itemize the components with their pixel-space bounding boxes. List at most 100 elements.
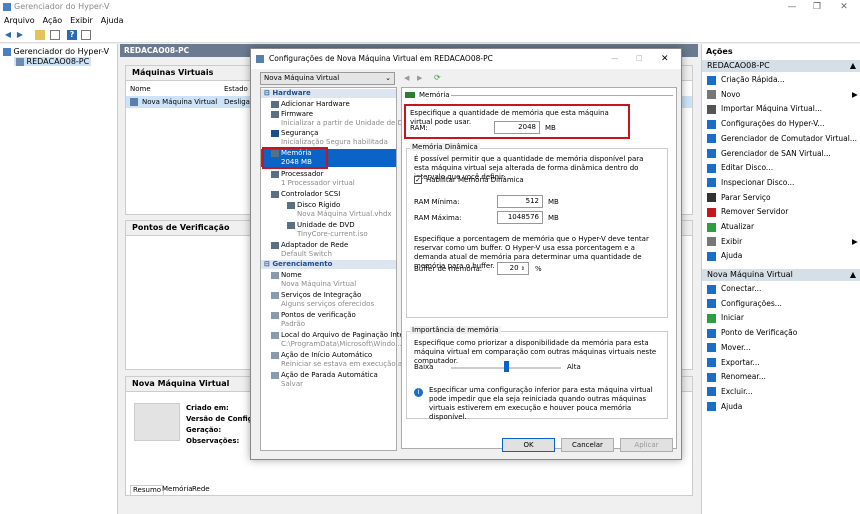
action-label: Conectar... xyxy=(721,284,762,293)
action-importar-maquina-virtual[interactable]: Importar Máquina Virtual... xyxy=(707,104,822,114)
menu-arquivo[interactable]: Arquivo xyxy=(0,14,39,27)
hw-item-adaptador-de-rede[interactable]: Adaptador de Rede Default Switch xyxy=(261,241,396,259)
tree-server[interactable]: REDACAO08-PC xyxy=(14,57,92,66)
prev-icon[interactable]: ◀ xyxy=(404,74,409,82)
vm-action-excluir[interactable]: Excluir... xyxy=(707,387,753,397)
action-gerenciador-de-san-virtual[interactable]: Gerenciador de SAN Virtual... xyxy=(707,149,831,159)
mgmt-item-acao-de-parada-automatica[interactable]: Ação de Parada Automática Salvar xyxy=(261,371,396,389)
dialog-title: Configurações de Nova Máquina Virtual em… xyxy=(269,54,493,63)
item-sublabel: Alguns serviços oferecidos xyxy=(281,300,375,308)
tab-rede[interactable]: Rede xyxy=(192,485,210,494)
management-icon xyxy=(271,332,279,339)
hw-item-processador[interactable]: Processador 1 Processador virtual xyxy=(261,170,396,188)
dialog-close-icon[interactable]: ✕ xyxy=(661,49,669,69)
management-icon xyxy=(271,372,279,379)
menu-exibir[interactable]: Exibir xyxy=(66,14,97,27)
action-label: Ponto de Verificação xyxy=(721,328,798,338)
weight-slider-thumb[interactable] xyxy=(504,361,509,372)
ram-max-input[interactable]: 1048576 xyxy=(497,211,543,224)
action-criacao-rapida[interactable]: Criação Rápida... xyxy=(707,75,785,85)
action-icon xyxy=(707,163,716,173)
action-editar-disco[interactable]: Editar Disco... xyxy=(707,163,773,173)
management-icon xyxy=(271,292,279,299)
actions-section-vm[interactable]: Nova Máquina Virtual ▲ xyxy=(702,269,860,281)
apply-button[interactable]: Aplicar xyxy=(620,438,673,452)
menu-acao[interactable]: Ação xyxy=(39,14,67,27)
action-atualizar[interactable]: Atualizar xyxy=(707,222,754,232)
action-ajuda[interactable]: Ajuda xyxy=(707,251,742,261)
ram-min-input[interactable]: 512 xyxy=(497,195,543,208)
col-name-header[interactable]: Nome xyxy=(130,85,151,94)
tab-resumo[interactable]: Resumo xyxy=(130,485,165,496)
navigation-tree: Gerenciador do Hyper-V REDACAO08-PC xyxy=(0,44,118,514)
buffer-input[interactable]: 20 ⇕ xyxy=(497,262,529,275)
hw-item-unidade-de-dvd[interactable]: Unidade de DVD TinyCore-current.iso xyxy=(261,221,396,239)
dynamic-memory-checkbox[interactable]: ✓ xyxy=(414,176,422,184)
toolbar: ◀ ▶ ? xyxy=(0,27,860,43)
vm-selector[interactable]: Nova Máquina Virtual ⌄ xyxy=(260,72,395,85)
vm-action-iniciar[interactable]: Iniciar xyxy=(707,313,744,323)
ok-button[interactable]: OK xyxy=(502,438,555,452)
actions-section-server[interactable]: REDACAO08-PC ▲ xyxy=(702,60,860,72)
dialog-maximize-icon[interactable]: ☐ xyxy=(636,49,643,69)
vm-action-ajuda[interactable]: Ajuda xyxy=(707,402,742,412)
col-state-header[interactable]: Estado xyxy=(224,85,248,94)
mgmt-item-nome[interactable]: Nome Nova Máquina Virtual xyxy=(261,271,396,289)
next-icon[interactable]: ▶ xyxy=(417,74,422,82)
vm-action-renomear[interactable]: Renomear... xyxy=(707,372,766,382)
management-icon xyxy=(271,352,279,359)
hw-item-disco-rigido[interactable]: Disco Rígido Nova Máquina Virtual.vhdx xyxy=(261,201,396,219)
folder-up-icon[interactable] xyxy=(35,30,45,40)
hardware-icon xyxy=(271,171,279,178)
mgmt-item-acao-de-inicio-automatico[interactable]: Ação de Início Automático Reiniciar se es… xyxy=(261,351,409,369)
hw-item-firmware[interactable]: Firmware Inicializar a partir de Unidade … xyxy=(261,110,413,128)
vm-action-ponto-de-verificacao[interactable]: Ponto de Verificação xyxy=(707,328,797,338)
hardware-header[interactable]: ⊟ Hardware xyxy=(261,89,396,98)
submenu-arrow-icon: ▶ xyxy=(852,236,858,246)
forward-icon[interactable]: ▶ xyxy=(15,30,25,40)
action-remover-servidor[interactable]: Remover Servidor xyxy=(707,207,788,217)
ram-min-unit: MB xyxy=(548,198,559,206)
action-configuracoes-do-hyper-v[interactable]: Configurações do Hyper-V... xyxy=(707,119,825,129)
ram-max-label: RAM Máxima: xyxy=(414,214,462,222)
show-hide-tree-icon[interactable] xyxy=(50,30,60,40)
action-inspecionar-disco[interactable]: Inspecionar Disco... xyxy=(707,178,794,188)
help-icon[interactable]: ? xyxy=(67,30,77,40)
info-text: Especificar uma configuração inferior pa… xyxy=(429,386,653,421)
vm-action-configuracoes[interactable]: Configurações... xyxy=(707,299,782,309)
dialog-minimize-icon[interactable]: — xyxy=(611,49,619,69)
action-exibir[interactable]: Exibir ▶ xyxy=(707,236,858,247)
action-parar-servico[interactable]: Parar Serviço xyxy=(707,193,771,203)
action-label: Importar Máquina Virtual... xyxy=(721,104,823,114)
mgmt-item-local-do-arquivo-de-paginacao-inte[interactable]: Local do Arquivo de Paginação Inte... C:\… xyxy=(261,331,411,349)
action-label: Ajuda xyxy=(721,401,743,411)
mgmt-item-pontos-de-verificacao[interactable]: Pontos de verificação Padrão xyxy=(261,311,396,329)
minimize-icon[interactable]: — xyxy=(783,0,801,14)
maximize-icon[interactable]: ❐ xyxy=(808,0,826,14)
action-icon xyxy=(707,387,716,397)
tree-root[interactable]: Gerenciador do Hyper-V xyxy=(3,47,109,56)
hw-item-controlador-scsi[interactable]: Controlador SCSI xyxy=(261,190,396,199)
action-label: Novo xyxy=(721,89,741,99)
hw-item-seguranca[interactable]: Segurança Inicialização Segura habilitada xyxy=(261,129,396,147)
back-icon[interactable]: ◀ xyxy=(3,30,13,40)
management-header[interactable]: ⊟ Gerenciamento xyxy=(261,260,396,269)
cancel-button[interactable]: Cancelar xyxy=(561,438,614,452)
close-icon[interactable]: ✕ xyxy=(835,0,853,14)
action-label: Exibir xyxy=(721,236,743,246)
vm-action-exportar[interactable]: Exportar... xyxy=(707,358,760,368)
mgmt-item-servicos-de-integracao[interactable]: Serviços de Integração Alguns serviços of… xyxy=(261,291,396,309)
spinner-icon[interactable]: ⇕ xyxy=(521,266,525,272)
tab-memoria[interactable]: Memória xyxy=(162,485,193,494)
action-icon xyxy=(707,402,716,412)
vm-action-conectar[interactable]: Conectar... xyxy=(707,284,761,294)
hw-item-adicionar-hardware[interactable]: Adicionar Hardware xyxy=(261,100,396,109)
vm-action-mover[interactable]: Mover... xyxy=(707,343,751,353)
action-novo[interactable]: Novo ▶ xyxy=(707,89,858,100)
action-pane-icon[interactable] xyxy=(81,30,91,40)
action-icon xyxy=(707,284,716,294)
refresh-icon[interactable]: ⟳ xyxy=(434,73,441,82)
memory-weight-desc: Especifique como priorizar a disponibili… xyxy=(414,339,657,365)
menu-ajuda[interactable]: Ajuda xyxy=(97,14,128,27)
action-gerenciador-de-comutador-virtual[interactable]: Gerenciador de Comutador Virtual... xyxy=(707,134,857,144)
